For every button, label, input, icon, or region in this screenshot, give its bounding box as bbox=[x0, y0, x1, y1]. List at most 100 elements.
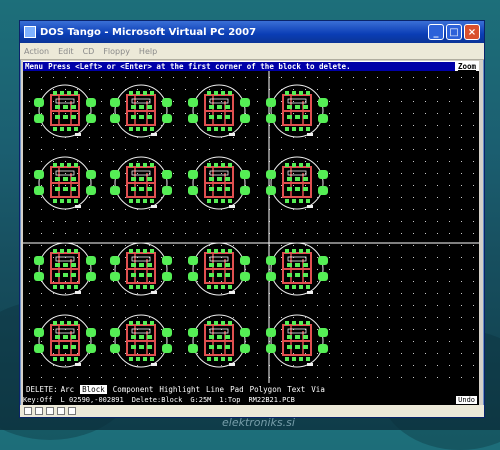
component-pad bbox=[214, 321, 218, 325]
menu-edit[interactable]: Edit bbox=[58, 47, 74, 56]
component-pad bbox=[53, 285, 57, 289]
grid-dot bbox=[209, 149, 210, 150]
grid-dot bbox=[89, 149, 90, 150]
grid-dot bbox=[473, 125, 474, 126]
grid-dot bbox=[89, 341, 90, 342]
menu-floppy[interactable]: Floppy bbox=[103, 47, 130, 56]
grid-dot bbox=[413, 353, 414, 354]
grid-dot bbox=[281, 305, 282, 306]
grid-dot bbox=[257, 233, 258, 234]
pcb-board bbox=[110, 84, 172, 138]
grid-dot bbox=[53, 137, 54, 138]
grid-dot bbox=[329, 137, 330, 138]
grid-dot bbox=[425, 209, 426, 210]
pcb-workarea[interactable] bbox=[23, 71, 479, 383]
status-key[interactable]: Key:Off bbox=[23, 396, 53, 404]
status-layer[interactable]: 1:Top bbox=[219, 396, 240, 404]
menu-cd[interactable]: CD bbox=[83, 47, 95, 56]
cd-icon[interactable] bbox=[35, 407, 43, 415]
disk-icon[interactable] bbox=[24, 407, 32, 415]
folder-icon[interactable] bbox=[57, 407, 65, 415]
grid-dot bbox=[329, 293, 330, 294]
grid-dot bbox=[125, 77, 126, 78]
menu-help[interactable]: Help bbox=[139, 47, 157, 56]
grid-dot bbox=[305, 245, 306, 246]
undo-button[interactable]: Undo bbox=[456, 396, 477, 404]
dos-zoom-key[interactable]: Zoom bbox=[454, 61, 479, 71]
component-pad bbox=[303, 345, 308, 349]
grid-dot bbox=[365, 209, 366, 210]
component-pad bbox=[131, 335, 136, 339]
component-pad bbox=[225, 187, 230, 191]
grid-dot bbox=[53, 173, 54, 174]
minimize-button[interactable]: _ bbox=[428, 24, 444, 40]
edge-pad bbox=[188, 328, 198, 337]
grid-dot bbox=[125, 101, 126, 102]
component-pad bbox=[285, 357, 289, 361]
grid-dot bbox=[245, 209, 246, 210]
grid-dot bbox=[449, 377, 450, 378]
component-pad bbox=[63, 105, 68, 109]
component-pad bbox=[60, 199, 64, 203]
component-pad bbox=[67, 199, 71, 203]
grid-dot bbox=[365, 233, 366, 234]
grid-dot bbox=[113, 77, 114, 78]
grid-dot bbox=[365, 197, 366, 198]
dos-menu-key[interactable]: Menu bbox=[23, 61, 46, 71]
floppy-icon[interactable] bbox=[46, 407, 54, 415]
grid-dot bbox=[149, 353, 150, 354]
grid-dot bbox=[461, 89, 462, 90]
delete-option-polygon[interactable]: Polygon bbox=[250, 385, 282, 394]
component-pad bbox=[295, 335, 300, 339]
grid-dot bbox=[101, 245, 102, 246]
delete-option-text[interactable]: Text bbox=[287, 385, 305, 394]
grid-dot bbox=[353, 77, 354, 78]
grid-dot bbox=[245, 221, 246, 222]
delete-option-pad[interactable]: Pad bbox=[230, 385, 244, 394]
window-titlebar[interactable]: DOS Tango - Microsoft Virtual PC 2007 _ … bbox=[20, 21, 484, 43]
grid-dot bbox=[413, 125, 414, 126]
grid-dot bbox=[53, 77, 54, 78]
delete-option-highlight[interactable]: Highlight bbox=[159, 385, 200, 394]
network-icon[interactable] bbox=[68, 407, 76, 415]
grid-dot bbox=[341, 77, 342, 78]
component-pad bbox=[306, 321, 310, 325]
component-pad bbox=[285, 163, 289, 167]
component-pad bbox=[71, 345, 76, 349]
delete-option-block[interactable]: Block bbox=[80, 384, 107, 394]
grid-dot bbox=[149, 305, 150, 306]
grid-dot bbox=[353, 281, 354, 282]
status-grid[interactable]: G:25M bbox=[190, 396, 211, 404]
component-pad bbox=[74, 91, 78, 95]
grid-dot bbox=[221, 101, 222, 102]
delete-option-arc[interactable]: Arc bbox=[61, 385, 75, 394]
component-pad bbox=[63, 187, 68, 191]
grid-dot bbox=[353, 161, 354, 162]
grid-dot bbox=[41, 245, 42, 246]
component-pad bbox=[136, 285, 140, 289]
grid-dot bbox=[101, 317, 102, 318]
component-pad bbox=[217, 105, 222, 109]
close-button[interactable]: × bbox=[464, 24, 480, 40]
grid-dot bbox=[473, 245, 474, 246]
grid-dot bbox=[257, 365, 258, 366]
grid-dot bbox=[413, 113, 414, 114]
edge-pad bbox=[86, 170, 96, 179]
grid-dot bbox=[437, 173, 438, 174]
grid-dot bbox=[377, 341, 378, 342]
delete-option-via[interactable]: Via bbox=[311, 385, 325, 394]
maximize-button[interactable]: □ bbox=[446, 24, 462, 40]
grid-dot bbox=[401, 365, 402, 366]
grid-dot bbox=[473, 353, 474, 354]
component-pad bbox=[74, 249, 78, 253]
grid-dot bbox=[137, 161, 138, 162]
grid-dot bbox=[53, 209, 54, 210]
delete-option-component[interactable]: Component bbox=[113, 385, 154, 394]
grid-dot bbox=[65, 293, 66, 294]
delete-option-line[interactable]: Line bbox=[206, 385, 224, 394]
grid-dot bbox=[185, 101, 186, 102]
component-pad bbox=[228, 163, 232, 167]
menu-action[interactable]: Action bbox=[24, 47, 49, 56]
grid-dot bbox=[185, 305, 186, 306]
grid-dot bbox=[245, 125, 246, 126]
